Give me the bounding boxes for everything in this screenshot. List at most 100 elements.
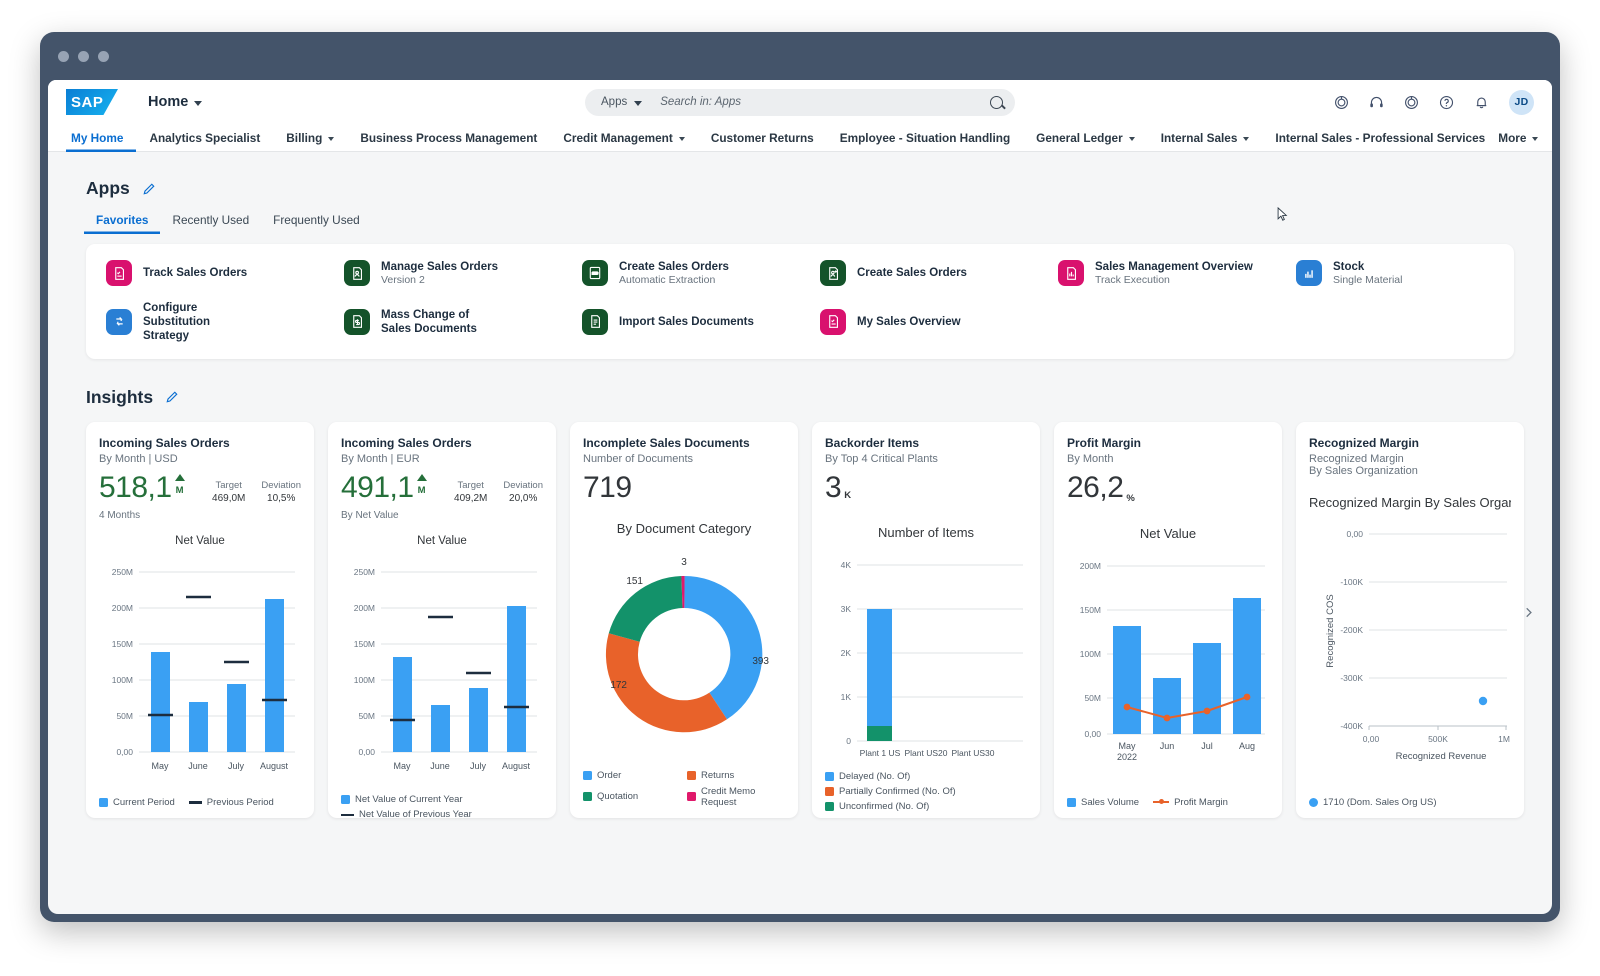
search-bar[interactable]: Apps bbox=[585, 88, 1015, 116]
app-tile-text: Sales Management Overview Track Executio… bbox=[1095, 260, 1253, 287]
card-profit-margin[interactable]: Profit Margin By Month 26,2 % Net Value bbox=[1054, 421, 1282, 818]
nav-item-business-process-management[interactable]: Business Process Management bbox=[347, 124, 550, 152]
legend-item[interactable]: Unconfirmed (No. Of) bbox=[825, 801, 1027, 812]
legend-label: Credit Memo Request bbox=[701, 785, 756, 808]
legend-item[interactable]: Net Value of Previous Year bbox=[341, 809, 543, 818]
home-menu-button[interactable]: Home bbox=[148, 94, 203, 110]
app-tile-create-sales-orders-automatic-extraction[interactable]: PDF Create Sales Orders Automatic Extrac… bbox=[562, 260, 800, 287]
search-scope-selector[interactable]: Apps bbox=[601, 96, 643, 108]
nav-item-employee-situation-handling[interactable]: Employee - Situation Handling bbox=[827, 124, 1023, 152]
mass-change-icon bbox=[344, 308, 370, 335]
kpi-value: 3 bbox=[825, 471, 842, 505]
app-tile-stock[interactable]: Stock Single Material bbox=[1276, 260, 1514, 287]
card-incomplete-sales-documents[interactable]: Incomplete Sales Documents Number of Doc… bbox=[570, 421, 798, 818]
legend-item[interactable]: Current Period bbox=[99, 797, 175, 808]
legend-item[interactable]: Sales Volume bbox=[1067, 797, 1139, 808]
nav-item-billing[interactable]: Billing bbox=[273, 124, 347, 152]
label-quotation: 151 bbox=[626, 576, 643, 587]
search-scope-label: Apps bbox=[601, 96, 628, 108]
svg-text:Plant US20: Plant US20 bbox=[905, 748, 948, 758]
spiral2-icon[interactable] bbox=[1404, 95, 1419, 110]
window-maximize-dot[interactable] bbox=[98, 50, 109, 62]
kpi-deviation-value: 10,5% bbox=[267, 493, 296, 505]
svg-text:100M: 100M bbox=[112, 675, 133, 685]
carousel-next-arrow[interactable] bbox=[1518, 603, 1538, 623]
card-recognized-margin[interactable]: Recognized Margin Recognized Margin By S… bbox=[1296, 421, 1524, 818]
kpi-value: 719 bbox=[583, 471, 632, 505]
chart-title: Net Value bbox=[417, 535, 467, 548]
legend-line-icon bbox=[341, 813, 354, 817]
nav-item-credit-management[interactable]: Credit Management bbox=[550, 124, 697, 152]
bell-icon[interactable] bbox=[1474, 95, 1489, 110]
search-input[interactable] bbox=[660, 96, 990, 108]
svg-text:200M: 200M bbox=[112, 603, 133, 613]
app-viewport: SAP Home Apps Search in: Apps JD My Home… bbox=[48, 80, 1552, 914]
app-tile-sales-management-overview[interactable]: Sales Management Overview Track Executio… bbox=[1038, 260, 1276, 287]
chevron-down-icon bbox=[634, 100, 643, 106]
svg-text:50M: 50M bbox=[1084, 693, 1101, 703]
app-tile-create-sales-orders[interactable]: Create Sales Orders bbox=[800, 260, 1038, 287]
legend-item[interactable]: Returns bbox=[687, 770, 785, 781]
nav-item-analytics-specialist[interactable]: Analytics Specialist bbox=[136, 124, 273, 152]
app-tile-track-sales-orders[interactable]: Track Sales Orders bbox=[86, 260, 324, 287]
avatar[interactable]: JD bbox=[1509, 89, 1534, 115]
window-close-dot[interactable] bbox=[58, 50, 69, 62]
legend-item[interactable]: Credit Memo Request bbox=[687, 786, 785, 808]
chart-area: 4K 3K 2K 1K 0 Plant 1 US Plant US20 Plan… bbox=[825, 546, 1027, 767]
legend-item[interactable]: Previous Period bbox=[188, 797, 274, 808]
tab-recently-used[interactable]: Recently Used bbox=[160, 213, 261, 234]
chart-legend: Net Value of Current Year Net Value of P… bbox=[341, 790, 543, 818]
nav-item-internal-sales-professional-services[interactable]: Internal Sales - Professional Services bbox=[1262, 124, 1498, 152]
card-incoming-sales-orders-usd[interactable]: Incoming Sales Orders By Month | USD 518… bbox=[86, 421, 314, 818]
legend-label: 1710 (Dom. Sales Org US) bbox=[1323, 796, 1437, 808]
substitution-icon bbox=[106, 308, 132, 335]
legend-item[interactable]: Net Value of Current Year bbox=[341, 794, 543, 805]
edit-apps-pencil-icon[interactable] bbox=[142, 182, 156, 196]
card-incoming-sales-orders-eur[interactable]: Incoming Sales Orders By Month | EUR 491… bbox=[328, 421, 556, 818]
legend-label: Net Value of Current Year bbox=[355, 794, 463, 806]
edit-insights-pencil-icon[interactable] bbox=[165, 390, 179, 404]
app-tile-manage-sales-orders[interactable]: Manage Sales Orders Version 2 bbox=[324, 260, 562, 287]
svg-text:May: May bbox=[151, 761, 169, 771]
browser-window: SAP Home Apps Search in: Apps JD My Home… bbox=[40, 32, 1560, 922]
card-subtitle: By Month | EUR bbox=[341, 453, 420, 466]
spiral-icon[interactable] bbox=[1334, 95, 1349, 110]
kpi-footer: By Net Value bbox=[341, 510, 399, 522]
legend-item[interactable]: Partially Confirmed (No. Of) bbox=[825, 786, 1027, 797]
legend-item[interactable]: 1710 (Dom. Sales Org US) bbox=[1309, 797, 1437, 808]
trend-up-icon bbox=[174, 474, 185, 482]
app-tile-my-sales-overview[interactable]: My Sales Overview bbox=[800, 301, 1038, 343]
nav-item-internal-sales[interactable]: Internal Sales bbox=[1148, 124, 1263, 152]
card-title: Recognized Margin bbox=[1309, 435, 1420, 450]
legend-item[interactable]: Delayed (No. Of) bbox=[825, 771, 1027, 782]
nav-item-general-ledger[interactable]: General Ledger bbox=[1023, 124, 1148, 152]
search-icon[interactable] bbox=[990, 95, 1003, 109]
svg-text:0,00: 0,00 bbox=[1346, 529, 1363, 539]
bar-delayed bbox=[867, 609, 892, 727]
svg-text:250M: 250M bbox=[354, 567, 375, 577]
nav-item-customer-returns[interactable]: Customer Returns bbox=[698, 124, 827, 152]
headset-icon[interactable] bbox=[1369, 95, 1384, 110]
app-tile-configure-substitution-strategy[interactable]: Configure Substitution Strategy bbox=[86, 301, 324, 343]
kpi-unit: M bbox=[175, 485, 184, 497]
app-tile-import-sales-documents[interactable]: Import Sales Documents bbox=[562, 301, 800, 343]
legend-item[interactable]: Quotation bbox=[583, 786, 681, 808]
legend-item[interactable]: Order bbox=[583, 770, 681, 781]
kpi-row: 719 bbox=[583, 473, 785, 503]
sap-logo[interactable]: SAP bbox=[66, 89, 118, 115]
app-tile-mass-change-of-sales-documents[interactable]: Mass Change of Sales Documents bbox=[324, 301, 562, 343]
card-subtitle: By Top 4 Critical Plants bbox=[825, 453, 938, 466]
kpi-unit-group: M bbox=[416, 474, 427, 496]
help-icon[interactable] bbox=[1439, 95, 1454, 110]
legend-swatch-icon bbox=[687, 770, 696, 780]
tab-frequently-used[interactable]: Frequently Used bbox=[261, 213, 372, 234]
nav-more-button[interactable]: More bbox=[1498, 131, 1539, 145]
legend-item[interactable]: Profit Margin bbox=[1153, 797, 1228, 808]
nav-item-my-home[interactable]: My Home bbox=[66, 124, 136, 152]
window-minimize-dot[interactable] bbox=[78, 50, 89, 62]
card-backorder-items[interactable]: Backorder Items By Top 4 Critical Plants… bbox=[812, 421, 1040, 818]
tab-favorites[interactable]: Favorites bbox=[84, 213, 160, 234]
app-tile-text: Track Sales Orders bbox=[143, 266, 247, 280]
chart-title: Recognized Margin By Sales Organz... bbox=[1309, 495, 1511, 511]
card-subtitle: By Month | USD bbox=[99, 453, 178, 466]
